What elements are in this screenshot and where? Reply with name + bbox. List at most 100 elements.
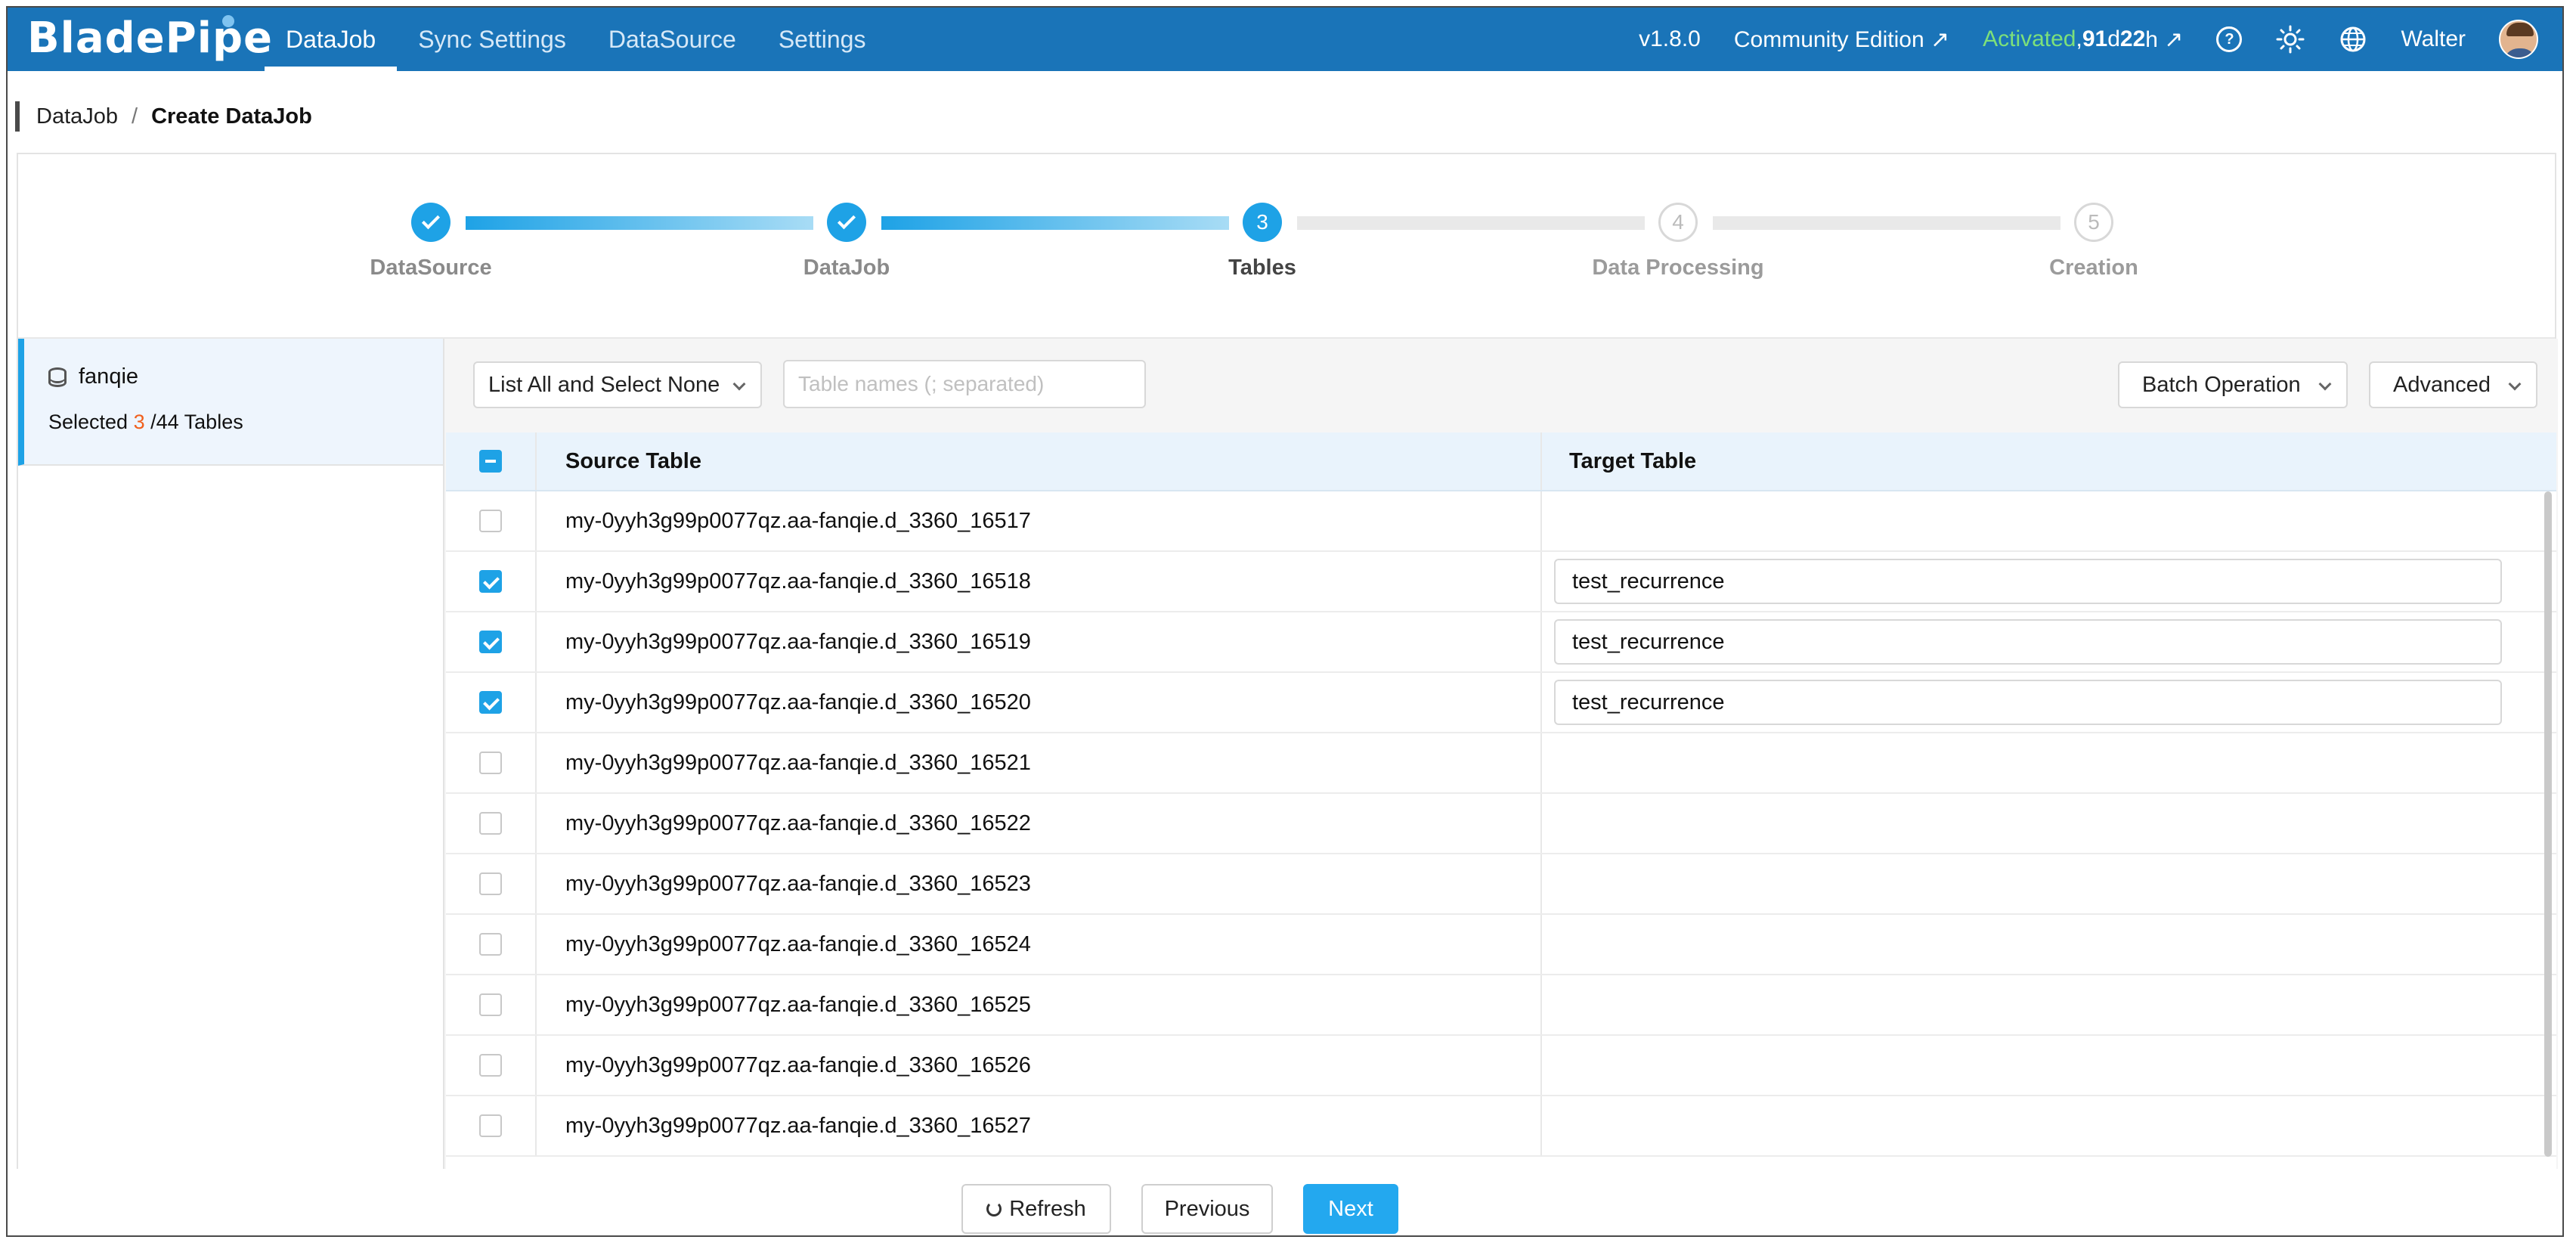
source-table-cell: my-0yyh3g99p0077qz.aa-fanqie.d_3360_1652… bbox=[537, 975, 1542, 1034]
logo-dot-icon bbox=[222, 15, 234, 27]
list-mode-select[interactable]: List All and Select None bbox=[473, 361, 762, 408]
source-table-cell: my-0yyh3g99p0077qz.aa-fanqie.d_3360_1652… bbox=[537, 915, 1542, 974]
footer-actions: Refresh Previous Next bbox=[8, 1169, 2562, 1235]
target-table-input[interactable] bbox=[1554, 559, 2502, 604]
batch-operation-button[interactable]: Batch Operation bbox=[2118, 361, 2348, 408]
row-checkbox[interactable] bbox=[479, 752, 502, 774]
check-icon bbox=[827, 203, 866, 242]
refresh-button[interactable]: Refresh bbox=[961, 1184, 1111, 1234]
license-hours: 22 bbox=[2119, 26, 2146, 51]
table-row: my-0yyh3g99p0077qz.aa-fanqie.d_3360_1652… bbox=[446, 975, 2556, 1036]
row-checkbox[interactable] bbox=[479, 1114, 502, 1137]
row-checkbox[interactable] bbox=[479, 631, 502, 653]
row-checkbox[interactable] bbox=[479, 933, 502, 956]
step-tables: 3 Tables bbox=[1149, 203, 1376, 280]
globe-icon bbox=[2340, 26, 2366, 52]
source-table-cell: my-0yyh3g99p0077qz.aa-fanqie.d_3360_1652… bbox=[537, 854, 1542, 913]
step-label-datasource: DataSource bbox=[370, 256, 492, 280]
target-table-cell bbox=[1542, 1036, 2556, 1095]
nav-item-datajob[interactable]: DataJob bbox=[265, 8, 398, 71]
table-names-input[interactable] bbox=[783, 360, 1146, 408]
nav-item-settings[interactable]: Settings bbox=[757, 8, 887, 71]
selected-prefix: Selected bbox=[48, 411, 134, 433]
source-table-cell: my-0yyh3g99p0077qz.aa-fanqie.d_3360_1652… bbox=[537, 1096, 1542, 1155]
license-status[interactable]: Activated , 91 d 22 h ↗ bbox=[1966, 26, 2200, 53]
row-checkbox-cell bbox=[446, 854, 537, 913]
step-creation: 5 Creation bbox=[1980, 203, 2207, 280]
database-list-panel: fanqie Selected 3 /44 Tables bbox=[18, 339, 444, 1235]
row-checkbox-cell bbox=[446, 673, 537, 732]
header-right: v1.8.0 Community Edition ↗ Activated , 9… bbox=[1622, 8, 2555, 71]
database-item-fanqie[interactable]: fanqie Selected 3 /44 Tables bbox=[18, 339, 443, 466]
target-table-cell bbox=[1542, 733, 2556, 792]
advanced-label: Advanced bbox=[2393, 372, 2491, 397]
row-checkbox[interactable] bbox=[479, 691, 502, 714]
step-label-data-processing: Data Processing bbox=[1592, 256, 1764, 280]
database-icon bbox=[48, 367, 67, 387]
edition-link[interactable]: Community Edition ↗ bbox=[1717, 26, 1966, 53]
top-navigation-bar: BladePipe DataJob Sync Settings DataSour… bbox=[8, 8, 2562, 71]
breadcrumb-separator: / bbox=[132, 104, 138, 129]
header-target-table: Target Table bbox=[1569, 448, 1697, 473]
header-checkbox-cell bbox=[446, 432, 537, 490]
row-checkbox[interactable] bbox=[479, 1054, 502, 1077]
row-checkbox[interactable] bbox=[479, 570, 502, 593]
step-number-tables: 3 bbox=[1243, 203, 1282, 242]
target-table-cell bbox=[1542, 975, 2556, 1034]
chevron-down-icon bbox=[732, 377, 746, 391]
db-name-label: fanqie bbox=[79, 364, 139, 389]
row-checkbox-cell bbox=[446, 733, 537, 792]
breadcrumb: DataJob / Create DataJob bbox=[15, 101, 312, 132]
activated-label: Activated bbox=[1983, 26, 2076, 51]
batch-operation-label: Batch Operation bbox=[2142, 372, 2301, 397]
target-table-cell bbox=[1542, 491, 2556, 550]
source-table-cell: my-0yyh3g99p0077qz.aa-fanqie.d_3360_1652… bbox=[537, 673, 1542, 732]
user-name[interactable]: Walter bbox=[2384, 26, 2482, 52]
avatar bbox=[2499, 20, 2538, 59]
user-avatar-button[interactable] bbox=[2482, 20, 2555, 59]
breadcrumb-root[interactable]: DataJob bbox=[36, 104, 118, 129]
table-row: my-0yyh3g99p0077qz.aa-fanqie.d_3360_1652… bbox=[446, 733, 2556, 794]
row-checkbox-cell bbox=[446, 1036, 537, 1095]
table-row: my-0yyh3g99p0077qz.aa-fanqie.d_3360_1651… bbox=[446, 552, 2556, 612]
help-button[interactable]: ? bbox=[2200, 26, 2259, 52]
table-toolbar: List All and Select None Batch Operation… bbox=[444, 339, 2558, 435]
app-logo[interactable]: BladePipe bbox=[27, 14, 273, 63]
breadcrumb-current: Create DataJob bbox=[151, 104, 312, 129]
table-scrollbar[interactable] bbox=[2544, 491, 2552, 1157]
nav-item-sync-settings[interactable]: Sync Settings bbox=[397, 8, 587, 71]
table-row: my-0yyh3g99p0077qz.aa-fanqie.d_3360_1651… bbox=[446, 612, 2556, 673]
target-table-input[interactable] bbox=[1554, 619, 2502, 665]
row-checkbox[interactable] bbox=[479, 872, 502, 895]
target-table-cell bbox=[1542, 794, 2556, 853]
row-checkbox[interactable] bbox=[479, 993, 502, 1016]
next-button[interactable]: Next bbox=[1303, 1184, 1398, 1234]
create-datajob-card: DataSource DataJob 3 Tables 4 Data Proce… bbox=[17, 153, 2558, 1235]
step-label-datajob: DataJob bbox=[803, 256, 890, 280]
previous-button[interactable]: Previous bbox=[1141, 1184, 1273, 1234]
step-data-processing: 4 Data Processing bbox=[1565, 203, 1791, 280]
row-checkbox[interactable] bbox=[479, 510, 502, 532]
row-checkbox[interactable] bbox=[479, 812, 502, 835]
target-table-cell bbox=[1542, 673, 2556, 732]
row-checkbox-cell bbox=[446, 915, 537, 974]
target-table-cell bbox=[1542, 1096, 2556, 1155]
nav-item-datasource[interactable]: DataSource bbox=[587, 8, 757, 71]
advanced-button[interactable]: Advanced bbox=[2369, 361, 2537, 408]
theme-button[interactable] bbox=[2259, 24, 2322, 54]
language-button[interactable] bbox=[2322, 25, 2384, 54]
version-label: v1.8.0 bbox=[1639, 26, 1701, 51]
select-all-checkbox[interactable] bbox=[479, 450, 502, 473]
db-name-row: fanqie bbox=[48, 364, 443, 389]
target-table-input[interactable] bbox=[1554, 680, 2502, 725]
table-row: my-0yyh3g99p0077qz.aa-fanqie.d_3360_1651… bbox=[446, 491, 2556, 552]
refresh-label: Refresh bbox=[1009, 1196, 1086, 1221]
table-row: my-0yyh3g99p0077qz.aa-fanqie.d_3360_1652… bbox=[446, 854, 2556, 915]
license-days: 91 bbox=[2082, 26, 2108, 51]
table-row: my-0yyh3g99p0077qz.aa-fanqie.d_3360_1652… bbox=[446, 673, 2556, 733]
step-number-data-processing: 4 bbox=[1658, 203, 1698, 242]
row-checkbox-cell bbox=[446, 612, 537, 671]
source-table-cell: my-0yyh3g99p0077qz.aa-fanqie.d_3360_1651… bbox=[537, 491, 1542, 550]
target-table-cell bbox=[1542, 612, 2556, 671]
table-row: my-0yyh3g99p0077qz.aa-fanqie.d_3360_1652… bbox=[446, 794, 2556, 854]
